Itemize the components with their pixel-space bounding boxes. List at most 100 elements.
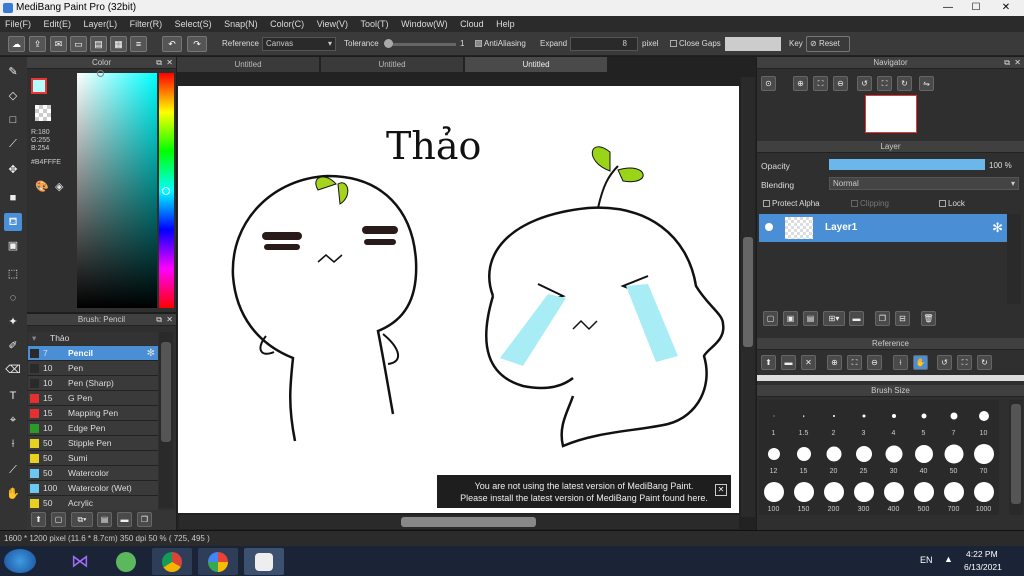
trash-icon[interactable]: 🗑	[921, 311, 936, 326]
brush-item[interactable]: 15 G Pen	[28, 391, 158, 406]
menu-help[interactable]: Help	[491, 16, 520, 32]
document-icon[interactable]: ▤	[90, 36, 107, 52]
vertical-scrollbar[interactable]	[741, 77, 755, 517]
maximize-button[interactable]: ☐	[964, 0, 988, 16]
color-tools-icon[interactable]: ◈	[55, 180, 63, 193]
rotate-left-icon[interactable]: ↺	[857, 76, 872, 91]
clipping-checkbox[interactable]: Clipping	[851, 199, 889, 208]
menu-edit[interactable]: Edit(E)	[39, 16, 77, 32]
brush-item[interactable]: 50 Stipple Pen	[28, 436, 158, 451]
layer-folder-icon[interactable]: ▬	[849, 311, 864, 326]
brush-tool-icon[interactable]: ✎	[4, 63, 22, 81]
reset-button[interactable]: ⊘ Reset	[806, 36, 850, 52]
notice-close-icon[interactable]: ✕	[715, 484, 727, 496]
opacity-slider[interactable]	[829, 159, 985, 170]
reference-upload-icon[interactable]: ⬆	[761, 355, 776, 370]
operation-tool-icon[interactable]: ⌖	[4, 411, 22, 429]
brush-size-option[interactable]: 25	[849, 440, 878, 476]
share-icon[interactable]: ⇪	[29, 36, 46, 52]
eraser-tool-icon[interactable]: ◇	[4, 87, 22, 105]
brush-size-option[interactable]: 1	[759, 402, 788, 438]
new-8bit-layer-icon[interactable]: ▤	[803, 311, 818, 326]
bucket-tool-icon[interactable]: ⛾	[4, 213, 22, 231]
move-tool-icon[interactable]: ✥	[4, 161, 22, 179]
scrollbar-thumb[interactable]	[401, 517, 536, 527]
comment-icon[interactable]: ✉	[50, 36, 67, 52]
reference-rotate-left-icon[interactable]: ↺	[937, 355, 952, 370]
brush-item[interactable]: 10 Edge Pen	[28, 421, 158, 436]
zoom-in-icon[interactable]: ⊕	[793, 76, 808, 91]
brush-item[interactable]: 10 Pen (Sharp)	[28, 376, 158, 391]
select-pen-tool-icon[interactable]: ✐	[4, 337, 22, 355]
cloud-icon[interactable]: ☁	[8, 36, 25, 52]
brush-size-option[interactable]: 300	[849, 478, 878, 514]
reference-select[interactable]: Canvas ▾	[262, 37, 336, 51]
color-picker-cursor[interactable]	[97, 70, 104, 77]
scrollbar-thumb[interactable]	[743, 237, 753, 347]
brush-size-option[interactable]: 7	[939, 402, 968, 438]
brush-item[interactable]: 50 Watercolor	[28, 466, 158, 481]
tab-untitled-2[interactable]: Untitled	[321, 57, 464, 72]
brush-size-option[interactable]: 1000	[969, 478, 998, 514]
update-notice[interactable]: You are not using the latest version of …	[437, 475, 731, 508]
menu-filter[interactable]: Filter(R)	[125, 16, 168, 32]
menu-file[interactable]: File(F)	[0, 16, 36, 32]
clock-date[interactable]: 6/13/2021	[964, 562, 1002, 572]
brush-copy-icon[interactable]: ▤	[97, 512, 112, 527]
brush-size-option[interactable]: 2	[819, 402, 848, 438]
palette-icon[interactable]: 🎨	[35, 180, 49, 193]
horizontal-scrollbar[interactable]	[179, 515, 739, 529]
close-gaps-checkbox[interactable]: Close Gaps	[670, 39, 721, 48]
antialiasing-checkbox[interactable]: AntiAliasing	[475, 39, 526, 48]
minimize-button[interactable]: —	[936, 0, 960, 16]
panel-close-icon[interactable]: ✕	[1014, 58, 1021, 67]
foreground-color-swatch[interactable]	[31, 78, 47, 94]
expand-input[interactable]: 8	[570, 37, 638, 51]
reference-rotate-right-icon[interactable]: ↻	[977, 355, 992, 370]
brush-size-option[interactable]: 10	[969, 402, 998, 438]
menu-snap[interactable]: Snap(N)	[219, 16, 263, 32]
transparent-color-swatch[interactable]	[35, 105, 51, 121]
brush-size-option[interactable]: 400	[879, 478, 908, 514]
fill-rect-tool-icon[interactable]: ■	[4, 189, 22, 207]
close-gaps-slider[interactable]	[725, 37, 781, 51]
menu-tool[interactable]: Tool(T)	[356, 16, 394, 32]
layer-menu-icon[interactable]: ⊞▾	[823, 311, 845, 326]
brush-item[interactable]: 100 Watercolor (Wet)	[28, 481, 158, 496]
menu-color[interactable]: Color(C)	[265, 16, 309, 32]
blending-select[interactable]: Normal ▾	[829, 177, 1019, 190]
language-indicator[interactable]: EN	[920, 555, 933, 565]
brush-size-option[interactable]: 4	[879, 402, 908, 438]
brush-size-option[interactable]: 700	[939, 478, 968, 514]
reference-hand-icon[interactable]: ✋	[913, 355, 928, 370]
gear-icon[interactable]: ✻	[992, 220, 1003, 236]
new-layer-icon[interactable]: ▢	[763, 311, 778, 326]
brush-size-option[interactable]: 12	[759, 440, 788, 476]
reference-folder-icon[interactable]: ▬	[781, 355, 796, 370]
visual-studio-icon[interactable]: ⋈	[60, 548, 100, 575]
saturation-value-picker[interactable]	[77, 73, 157, 308]
brush-menu-icon[interactable]: ⧉▾	[71, 512, 93, 527]
scrollbar-thumb[interactable]	[161, 342, 171, 442]
brush-size-option[interactable]: 1.5	[789, 402, 818, 438]
brush-size-option[interactable]: 150	[789, 478, 818, 514]
browser-icon[interactable]	[198, 548, 238, 575]
reference-fit-screen-icon[interactable]: ⛶	[957, 355, 972, 370]
network-icon[interactable]: ▲	[944, 554, 953, 564]
tab-untitled-3[interactable]: Untitled	[465, 57, 608, 72]
folder-icon[interactable]: ▬	[117, 512, 132, 527]
start-button[interactable]	[4, 549, 36, 573]
brush-size-option[interactable]: 70	[969, 440, 998, 476]
scrollbar-thumb[interactable]	[1011, 404, 1021, 504]
brush-list-scrollbar[interactable]	[159, 332, 173, 508]
tab-untitled-1[interactable]: Untitled	[177, 57, 320, 72]
hand-tool-icon[interactable]: ✋	[4, 485, 22, 503]
panel-close-icon[interactable]: ✕	[166, 58, 173, 67]
reference-close-icon[interactable]: ✕	[801, 355, 816, 370]
menu-cloud[interactable]: Cloud	[455, 16, 489, 32]
brush-size-option[interactable]: 15	[789, 440, 818, 476]
menu-select[interactable]: Select(S)	[170, 16, 217, 32]
brush-item[interactable]: 7 Pencil ✻	[28, 346, 158, 361]
protect-alpha-checkbox[interactable]: Protect Alpha	[763, 199, 820, 208]
brush-size-option[interactable]: 20	[819, 440, 848, 476]
